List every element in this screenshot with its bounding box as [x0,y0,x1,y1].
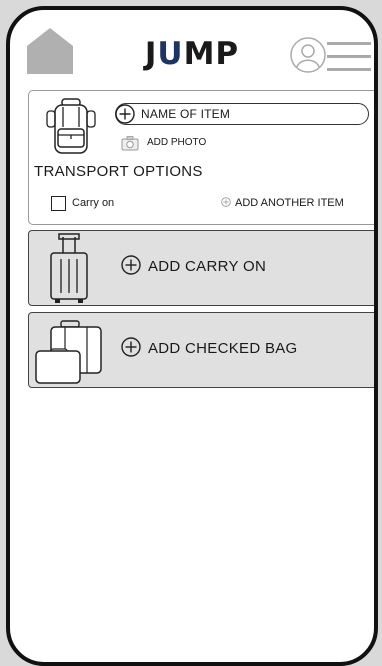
menu-icon[interactable] [325,40,373,74]
logo-mid: U [157,36,184,72]
plus-circle-icon [121,337,141,357]
carry-on-label: Carry on [72,197,115,209]
add-photo-label: ADD PHOTO [147,137,207,148]
suitcase-icon [50,233,88,303]
luggage-icon [35,320,102,384]
plus-circle-icon [121,255,141,275]
camera-icon [121,136,139,151]
item-name-row: NAME OF ITEM [115,103,371,125]
item-card: NAME OF ITEM ADD PHOTO TRANSPORT OPTIONS… [28,90,374,225]
add-carry-on-section[interactable]: ADD CARRY ON [28,230,374,306]
plus-circle-icon [115,104,135,124]
app-header: JUMP [10,10,374,88]
plus-circle-icon [221,197,231,207]
item-name-placeholder: NAME OF ITEM [141,107,231,121]
phone-frame: JUMP NAME OF ITEM ADD PHOTO TRANSPORT OP… [6,6,378,666]
transport-options-title: TRANSPORT OPTIONS [34,163,203,180]
logo-suffix: MP [183,36,240,72]
carry-on-checkbox[interactable] [51,196,66,211]
backpack-icon [46,98,96,154]
user-icon[interactable] [289,36,327,74]
add-checked-bag-label: ADD CHECKED BAG [148,340,298,357]
logo-prefix: J [144,36,158,72]
add-another-item-button[interactable]: ADD ANOTHER ITEM [221,197,344,209]
add-another-item-label: ADD ANOTHER ITEM [235,197,344,209]
add-checked-bag-section[interactable]: ADD CHECKED BAG [28,312,374,388]
add-carry-on-label: ADD CARRY ON [148,258,267,275]
